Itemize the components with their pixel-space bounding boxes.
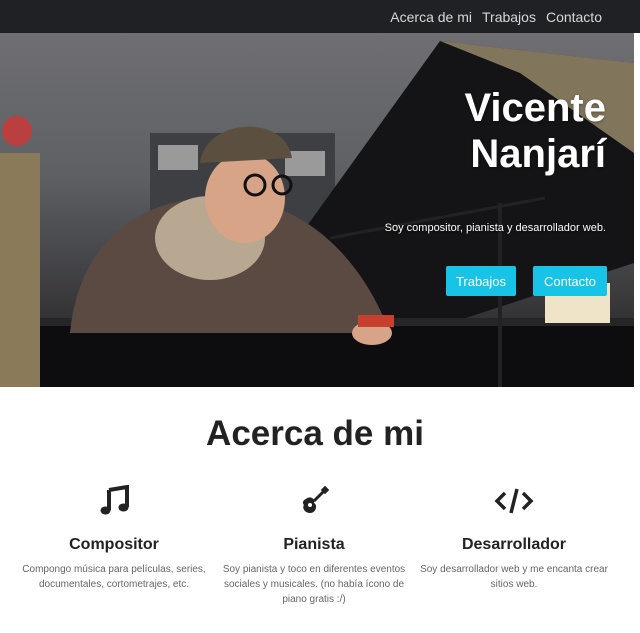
feature-text: Compongo música para películas, series, … <box>22 564 206 590</box>
about-title: Acerca de mi <box>206 414 424 453</box>
feature-desarrollador: Desarrollador Soy desarrollador web y me… <box>419 484 609 592</box>
feature-compositor: Compositor Compongo música para película… <box>19 484 209 592</box>
nav-link-contacto[interactable]: Contacto <box>546 9 602 25</box>
nav-link-acerca[interactable]: Acerca de mi <box>390 9 472 25</box>
music-note-icon <box>19 484 209 518</box>
feature-text: Soy desarrollador web y me encanta crear… <box>420 564 608 590</box>
hero-subtitle: Soy compositor, pianista y desarrollador… <box>384 222 606 234</box>
contacto-button[interactable]: Contacto <box>533 266 607 296</box>
code-icon <box>419 484 609 518</box>
feature-text: Soy pianista y toco en diferentes evento… <box>222 564 406 605</box>
feature-title: Pianista <box>283 536 345 553</box>
feature-title: Compositor <box>69 536 159 553</box>
guitar-icon <box>219 484 409 518</box>
hero-title-last: Nanjarí <box>470 132 606 176</box>
feature-title: Desarrollador <box>461 536 567 553</box>
top-navbar: Acerca de mi Trabajos Contacto <box>0 0 640 33</box>
hero-section: Vicente Nanjarí Soy compositor, pianista… <box>0 33 634 387</box>
hero-title-first: Vicente <box>464 86 606 130</box>
hero-title: Vicente Nanjarí <box>464 85 606 177</box>
nav-link-trabajos[interactable]: Trabajos <box>482 9 536 25</box>
trabajos-button[interactable]: Trabajos <box>446 266 516 296</box>
feature-pianista: Pianista Soy pianista y toco en diferent… <box>219 484 409 607</box>
